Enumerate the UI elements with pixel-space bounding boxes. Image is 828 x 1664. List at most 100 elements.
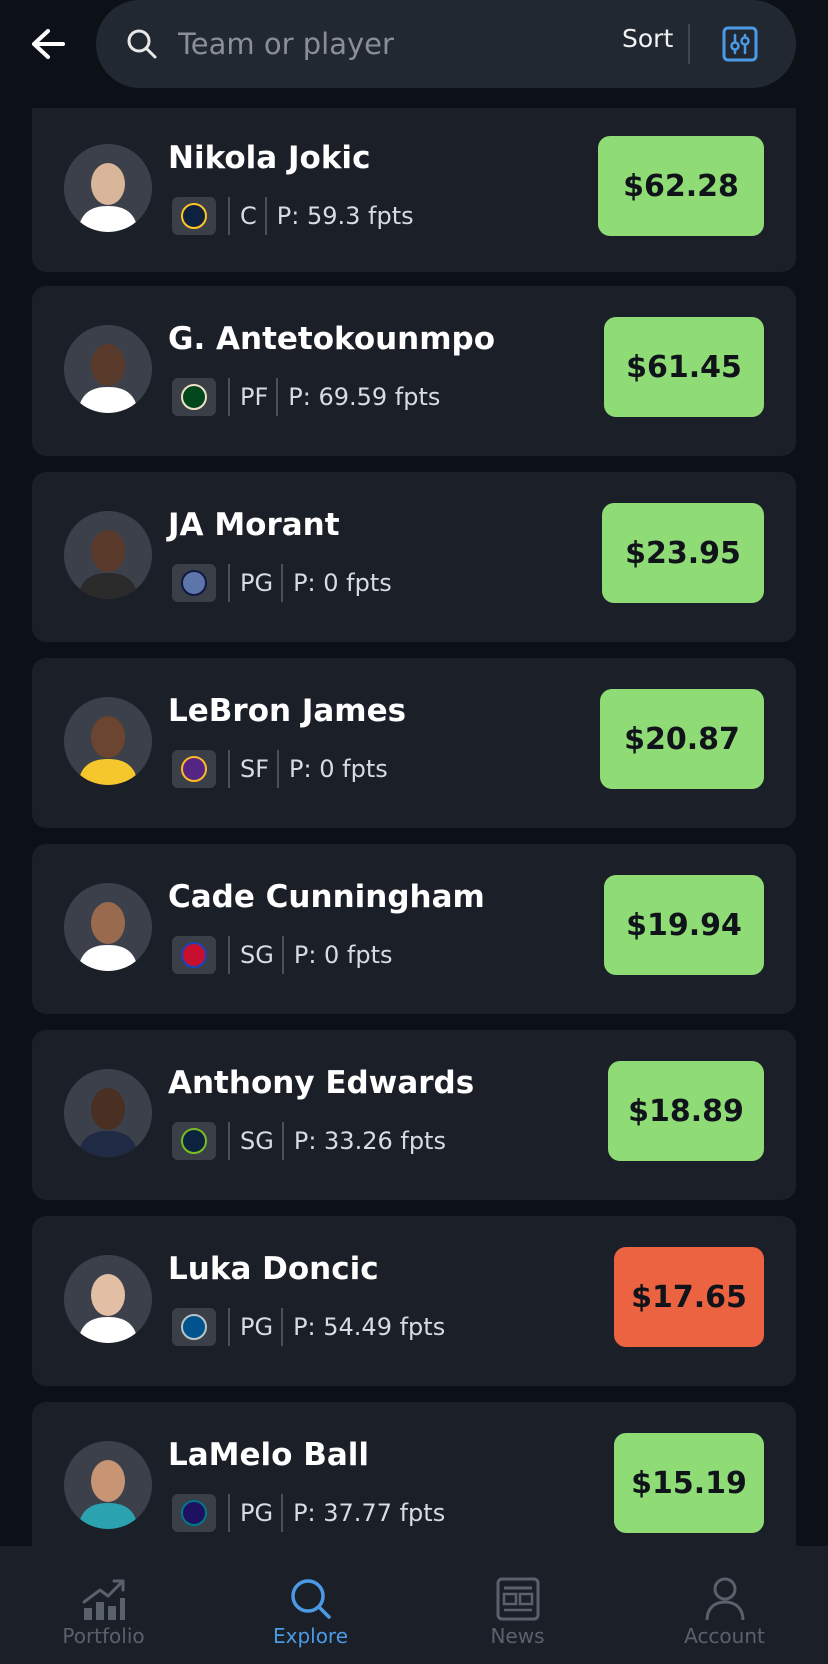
player-avatar [64, 1441, 152, 1529]
player-projection: P: 33.26 fpts [293, 1127, 446, 1155]
divider [228, 197, 230, 235]
player-name: Luka Doncic [168, 1251, 379, 1287]
player-name: Cade Cunningham [168, 879, 485, 915]
player-position: PG [240, 569, 274, 597]
player-name: LeBron James [168, 693, 407, 729]
player-position: SG [240, 941, 274, 969]
divider [228, 936, 230, 974]
timberwolves-logo-icon [172, 1122, 216, 1160]
player-photo-icon [64, 1441, 152, 1529]
player-avatar [64, 883, 152, 971]
nav-label: News [490, 1624, 545, 1648]
player-card[interactable]: Cade Cunningham SG P: 0 fpts $19.94 [32, 844, 796, 1014]
search-bar[interactable]: Sort [96, 0, 796, 88]
player-name: G. Antetokounmpo [168, 321, 496, 357]
divider [281, 936, 284, 974]
player-avatar [64, 1069, 152, 1157]
bucks-logo-icon [172, 378, 216, 416]
divider [688, 24, 690, 64]
back-arrow-icon [32, 29, 65, 59]
player-projection: P: 54.49 fpts [293, 1313, 446, 1341]
divider [228, 564, 230, 602]
divider [228, 1122, 230, 1160]
price-button[interactable]: $23.95 [602, 503, 764, 603]
nav-label: Portfolio [62, 1624, 145, 1648]
player-position: SF [240, 755, 270, 783]
lakers-logo-icon [172, 750, 216, 788]
price-button[interactable]: $20.87 [600, 689, 764, 789]
player-position: PF [240, 383, 269, 411]
player-meta: SG P: 0 fpts [172, 935, 393, 975]
player-avatar [64, 697, 152, 785]
player-avatar [64, 325, 152, 413]
price-button[interactable]: $62.28 [598, 136, 764, 236]
player-avatar [64, 144, 152, 232]
player-photo-icon [64, 697, 152, 785]
player-card[interactable]: LeBron James SF P: 0 fpts $20.87 [32, 658, 796, 828]
back-button[interactable] [28, 24, 68, 64]
divider [281, 1308, 284, 1346]
player-name: LaMelo Ball [168, 1437, 370, 1473]
divider [228, 1494, 230, 1532]
player-avatar [64, 1255, 152, 1343]
player-list: Nikola Jokic C P: 59.3 fpts $62.28 G. An… [32, 108, 796, 1572]
grizzlies-logo-icon [172, 564, 216, 602]
nav-label: Explore [272, 1624, 349, 1648]
divider [264, 197, 267, 235]
divider [281, 1494, 284, 1532]
nav-item-news[interactable]: News [414, 1546, 621, 1664]
player-projection: P: 0 fpts [293, 569, 392, 597]
chart-icon [82, 1579, 125, 1620]
player-photo-icon [64, 1255, 152, 1343]
price-button[interactable]: $17.65 [614, 1247, 764, 1347]
player-meta: SF P: 0 fpts [172, 749, 388, 789]
search-input[interactable] [178, 18, 598, 70]
player-position: PG [240, 1313, 274, 1341]
player-name: JA Morant [168, 507, 340, 543]
player-position: SG [240, 1127, 274, 1155]
player-projection: P: 59.3 fpts [276, 202, 414, 230]
player-name: Nikola Jokic [168, 140, 371, 176]
divider [281, 564, 284, 602]
divider [281, 1122, 284, 1160]
player-name: Anthony Edwards [168, 1065, 475, 1101]
price-button[interactable]: $15.19 [614, 1433, 764, 1533]
player-avatar [64, 511, 152, 599]
player-meta: PG P: 54.49 fpts [172, 1307, 445, 1347]
player-projection: P: 0 fpts [289, 755, 388, 783]
sort-button[interactable]: Sort [622, 24, 673, 53]
player-card[interactable]: Anthony Edwards SG P: 33.26 fpts $18.89 [32, 1030, 796, 1200]
player-meta: PG P: 37.77 fpts [172, 1493, 445, 1533]
divider [276, 378, 279, 416]
player-card[interactable]: JA Morant PG P: 0 fpts $23.95 [32, 472, 796, 642]
bottom-nav: Portfolio Explore News Account [0, 1546, 828, 1664]
player-meta: PG P: 0 fpts [172, 563, 392, 603]
player-card[interactable]: Nikola Jokic C P: 59.3 fpts $62.28 [32, 108, 796, 272]
player-meta: PF P: 69.59 fpts [172, 377, 440, 417]
player-projection: P: 37.77 fpts [293, 1499, 446, 1527]
explore-screen: Sort Nikola Jokic [0, 0, 828, 1664]
divider [228, 750, 230, 788]
divider [228, 1308, 230, 1346]
player-photo-icon [64, 325, 152, 413]
nav-item-portfolio[interactable]: Portfolio [0, 1546, 207, 1664]
divider [277, 750, 280, 788]
divider [228, 378, 230, 416]
price-button[interactable]: $18.89 [608, 1061, 764, 1161]
player-card[interactable]: Luka Doncic PG P: 54.49 fpts $17.65 [32, 1216, 796, 1386]
search-icon [290, 1579, 331, 1619]
nav-item-explore[interactable]: Explore [207, 1546, 414, 1664]
filter-icon[interactable] [722, 26, 758, 62]
price-button[interactable]: $61.45 [604, 317, 764, 417]
player-photo-icon [64, 883, 152, 971]
player-photo-icon [64, 144, 152, 232]
player-meta: C P: 59.3 fpts [172, 196, 414, 236]
player-card[interactable]: G. Antetokounmpo PF P: 69.59 fpts $61.45 [32, 286, 796, 456]
player-photo-icon [64, 1069, 152, 1157]
newspaper-icon [496, 1577, 539, 1621]
price-button[interactable]: $19.94 [604, 875, 764, 975]
nav-item-account[interactable]: Account [621, 1546, 828, 1664]
header: Sort [0, 0, 828, 100]
pistons-logo-icon [172, 936, 216, 974]
player-position: C [240, 202, 257, 230]
